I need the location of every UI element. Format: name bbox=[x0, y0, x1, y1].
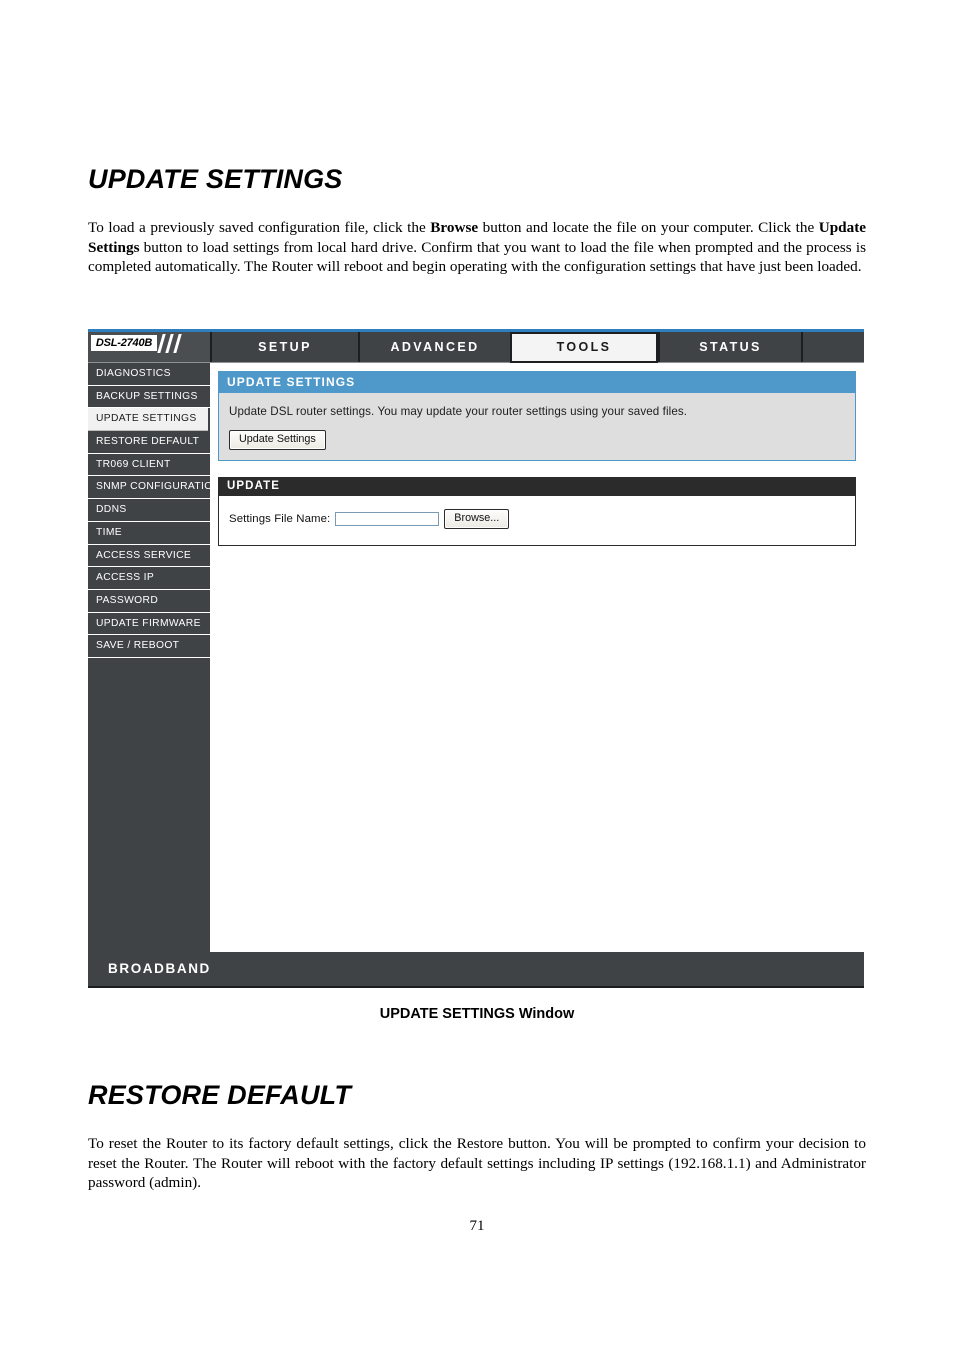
sidebar-item-restore-default[interactable]: RESTORE DEFAULT bbox=[88, 431, 210, 454]
tab-status[interactable]: STATUS bbox=[658, 332, 801, 362]
tab-setup[interactable]: SETUP bbox=[210, 332, 358, 362]
sidebar-item-label: SAVE / REBOOT bbox=[96, 640, 180, 652]
sidebar-item-password[interactable]: PASSWORD bbox=[88, 590, 210, 613]
router-logo: DSL-2740B bbox=[88, 332, 210, 362]
update-panel: UPDATE Settings File Name: Browse... bbox=[218, 477, 856, 546]
sidebar-item-save-reboot[interactable]: SAVE / REBOOT bbox=[88, 635, 210, 658]
router-model-label: DSL-2740B bbox=[91, 335, 157, 351]
intro-paragraph: To load a previously saved configuration… bbox=[88, 219, 866, 276]
sidebar-item-label: TIME bbox=[96, 526, 122, 538]
tab-advanced[interactable]: ADVANCED bbox=[358, 332, 510, 362]
settings-file-name-input[interactable] bbox=[335, 512, 440, 526]
sidebar-item-update-firmware[interactable]: UPDATE FIRMWARE bbox=[88, 613, 210, 636]
settings-file-name-label: Settings File Name: bbox=[229, 513, 331, 525]
document-page: UPDATE SETTINGS To load a previously sav… bbox=[0, 0, 954, 1350]
sidebar-item-tr069-client[interactable]: TR069 CLIENT bbox=[88, 454, 210, 477]
sidebar-item-label: PASSWORD bbox=[96, 594, 159, 606]
sidebar-item-update-settings[interactable]: UPDATE SETTINGS bbox=[88, 408, 208, 432]
sidebar-item-label: UPDATE SETTINGS bbox=[96, 413, 197, 425]
router-top-nav: DSL-2740B SETUP ADVANCED TOOLS STATUS bbox=[88, 332, 864, 363]
router-ui-screenshot: DSL-2740B SETUP ADVANCED TOOLS STATUS DI… bbox=[88, 329, 864, 988]
update-settings-panel-body: Update DSL router settings. You may upda… bbox=[218, 393, 856, 461]
sidebar-item-access-ip[interactable]: ACCESS IP bbox=[88, 567, 210, 590]
update-panel-title: UPDATE bbox=[218, 477, 856, 496]
update-settings-button[interactable]: Update Settings bbox=[229, 430, 326, 450]
sidebar-item-label: RESTORE DEFAULT bbox=[96, 436, 200, 448]
sidebar-item-ddns[interactable]: DDNS bbox=[88, 499, 210, 522]
restore-default-paragraph: To reset the Router to its factory defau… bbox=[88, 1135, 866, 1192]
page-title-update-settings: UPDATE SETTINGS bbox=[88, 164, 343, 194]
update-settings-panel-title: UPDATE SETTINGS bbox=[218, 371, 856, 393]
sidebar-item-label: BACKUP SETTINGS bbox=[96, 390, 198, 402]
tab-tools[interactable]: TOOLS bbox=[510, 332, 658, 363]
router-footer: BROADBAND bbox=[88, 952, 864, 988]
sidebar-item-label: UPDATE FIRMWARE bbox=[96, 617, 201, 629]
sidebar-item-label: DDNS bbox=[96, 504, 127, 516]
router-sidebar: DIAGNOSTICS BACKUP SETTINGS UPDATE SETTI… bbox=[88, 363, 220, 952]
update-settings-panel: UPDATE SETTINGS Update DSL router settin… bbox=[218, 371, 856, 461]
sidebar-item-label: ACCESS SERVICE bbox=[96, 549, 192, 561]
nav-filler bbox=[801, 332, 864, 362]
settings-file-name-row: Settings File Name: Browse... bbox=[229, 509, 845, 529]
page-title-restore-default: RESTORE DEFAULT bbox=[88, 1080, 352, 1110]
browse-button[interactable]: Browse... bbox=[444, 509, 510, 529]
update-panel-body: Settings File Name: Browse... bbox=[218, 496, 856, 546]
router-content-area: UPDATE SETTINGS Update DSL router settin… bbox=[210, 363, 864, 952]
sidebar-item-backup-settings[interactable]: BACKUP SETTINGS bbox=[88, 386, 210, 409]
sidebar-item-diagnostics[interactable]: DIAGNOSTICS bbox=[88, 363, 210, 386]
slashes-icon bbox=[157, 334, 192, 354]
page-number: 71 bbox=[469, 1218, 485, 1234]
sidebar-item-label: DIAGNOSTICS bbox=[96, 368, 171, 379]
sidebar-item-label: ACCESS IP bbox=[96, 572, 155, 584]
sidebar-item-label: TR069 CLIENT bbox=[96, 458, 171, 470]
sidebar-item-access-service[interactable]: ACCESS SERVICE bbox=[88, 545, 210, 568]
sidebar-item-snmp-configuration[interactable]: SNMP CONFIGURATION bbox=[88, 476, 220, 500]
update-settings-description: Update DSL router settings. You may upda… bbox=[229, 405, 688, 418]
footer-brand-label: BROADBAND bbox=[108, 961, 211, 976]
figure-caption: UPDATE SETTINGS Window bbox=[379, 1006, 575, 1022]
sidebar-item-label: SNMP CONFIGURATION bbox=[96, 481, 221, 493]
sidebar-item-time[interactable]: TIME bbox=[88, 522, 210, 545]
